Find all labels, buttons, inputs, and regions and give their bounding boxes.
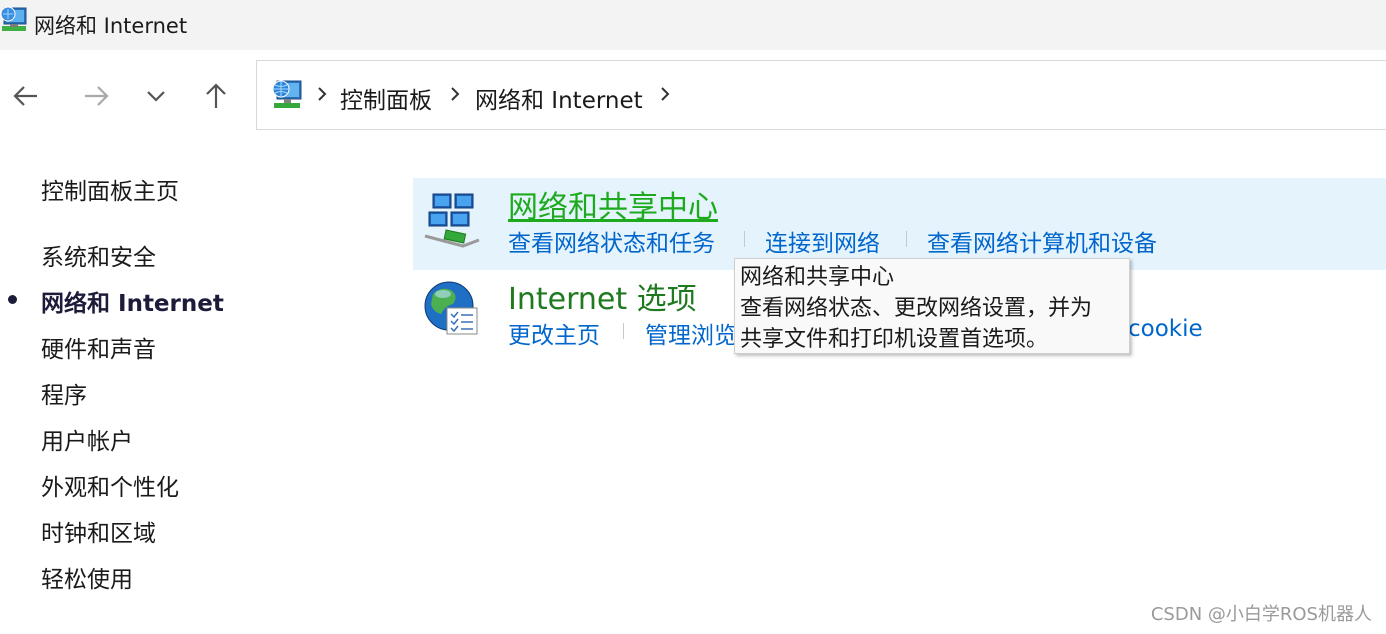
sidebar-item-appearance[interactable]: 外观和个性化	[41, 468, 179, 502]
network-sharing-center-icon	[419, 188, 483, 252]
sidebar-item-user-accounts[interactable]: 用户帐户	[41, 422, 133, 456]
breadcrumb-chevron-icon[interactable]	[658, 84, 672, 104]
sidebar-item-clock-region[interactable]: 时钟和区域	[41, 514, 156, 548]
up-button[interactable]	[194, 74, 238, 118]
sidebar-item-ease-of-access[interactable]: 轻松使用	[41, 560, 133, 594]
up-arrow-icon	[202, 82, 230, 110]
address-bar[interactable]: 控制面板 网络和 Internet	[256, 60, 1386, 130]
sidebar: 控制面板主页 系统和安全 网络和 Internet 硬件和声音 程序 用户帐户 …	[0, 142, 400, 634]
tooltip-title: 网络和共享中心	[740, 265, 895, 290]
sidebar-item-control-panel-home[interactable]: 控制面板主页	[41, 172, 179, 206]
forward-arrow-icon	[82, 82, 110, 110]
tooltip-line: 共享文件和打印机设置首选项。	[740, 327, 1049, 352]
active-bullet-icon	[8, 295, 17, 304]
network-app-icon	[0, 6, 28, 36]
title-bar: 网络和 Internet	[0, 0, 1386, 50]
forward-button[interactable]	[74, 74, 118, 118]
category-network-sharing-center[interactable]: 网络和共享中心 查看网络状态和任务 连接到网络 查看网络计算机和设备	[413, 178, 1386, 270]
breadcrumb-control-panel[interactable]: 控制面板	[340, 81, 432, 115]
connect-to-network-link[interactable]: 连接到网络	[765, 224, 880, 258]
back-button[interactable]	[4, 74, 48, 118]
recent-locations-button[interactable]	[134, 74, 178, 118]
link-divider	[906, 231, 907, 247]
network-globe-icon	[271, 79, 303, 111]
delete-cookies-link[interactable]: cookie	[1128, 316, 1203, 342]
link-divider	[623, 323, 624, 339]
network-sharing-center-title[interactable]: 网络和共享中心	[508, 182, 718, 226]
chevron-down-icon	[145, 85, 167, 107]
window-title: 网络和 Internet	[34, 14, 188, 38]
breadcrumb-chevron-icon[interactable]	[315, 84, 329, 104]
tooltip: 网络和共享中心 查看网络状态、更改网络设置，并为 共享文件和打印机设置首选项。	[734, 258, 1130, 354]
link-divider	[744, 231, 745, 247]
sidebar-item-system-security[interactable]: 系统和安全	[41, 238, 156, 272]
view-network-status-link[interactable]: 查看网络状态和任务	[508, 224, 715, 258]
watermark: CSDN @小白学ROS机器人	[1150, 604, 1372, 625]
internet-options-title[interactable]: Internet 选项	[508, 274, 697, 318]
tooltip-line: 查看网络状态、更改网络设置，并为	[740, 296, 1093, 321]
change-home-page-link[interactable]: 更改主页	[508, 316, 600, 350]
sidebar-item-network-internet[interactable]: 网络和 Internet	[41, 284, 224, 318]
sidebar-item-programs[interactable]: 程序	[41, 376, 87, 410]
breadcrumb-network-internet[interactable]: 网络和 Internet	[475, 81, 643, 115]
view-network-computers-link[interactable]: 查看网络计算机和设备	[927, 224, 1157, 258]
navigation-bar: 控制面板 网络和 Internet	[0, 50, 1386, 142]
internet-options-globe-icon	[419, 276, 483, 340]
breadcrumb-chevron-icon[interactable]	[448, 84, 462, 104]
back-arrow-icon	[12, 82, 40, 110]
sidebar-item-hardware-sound[interactable]: 硬件和声音	[41, 330, 156, 364]
manage-browser-addons-link[interactable]: 管理浏览	[645, 316, 737, 350]
